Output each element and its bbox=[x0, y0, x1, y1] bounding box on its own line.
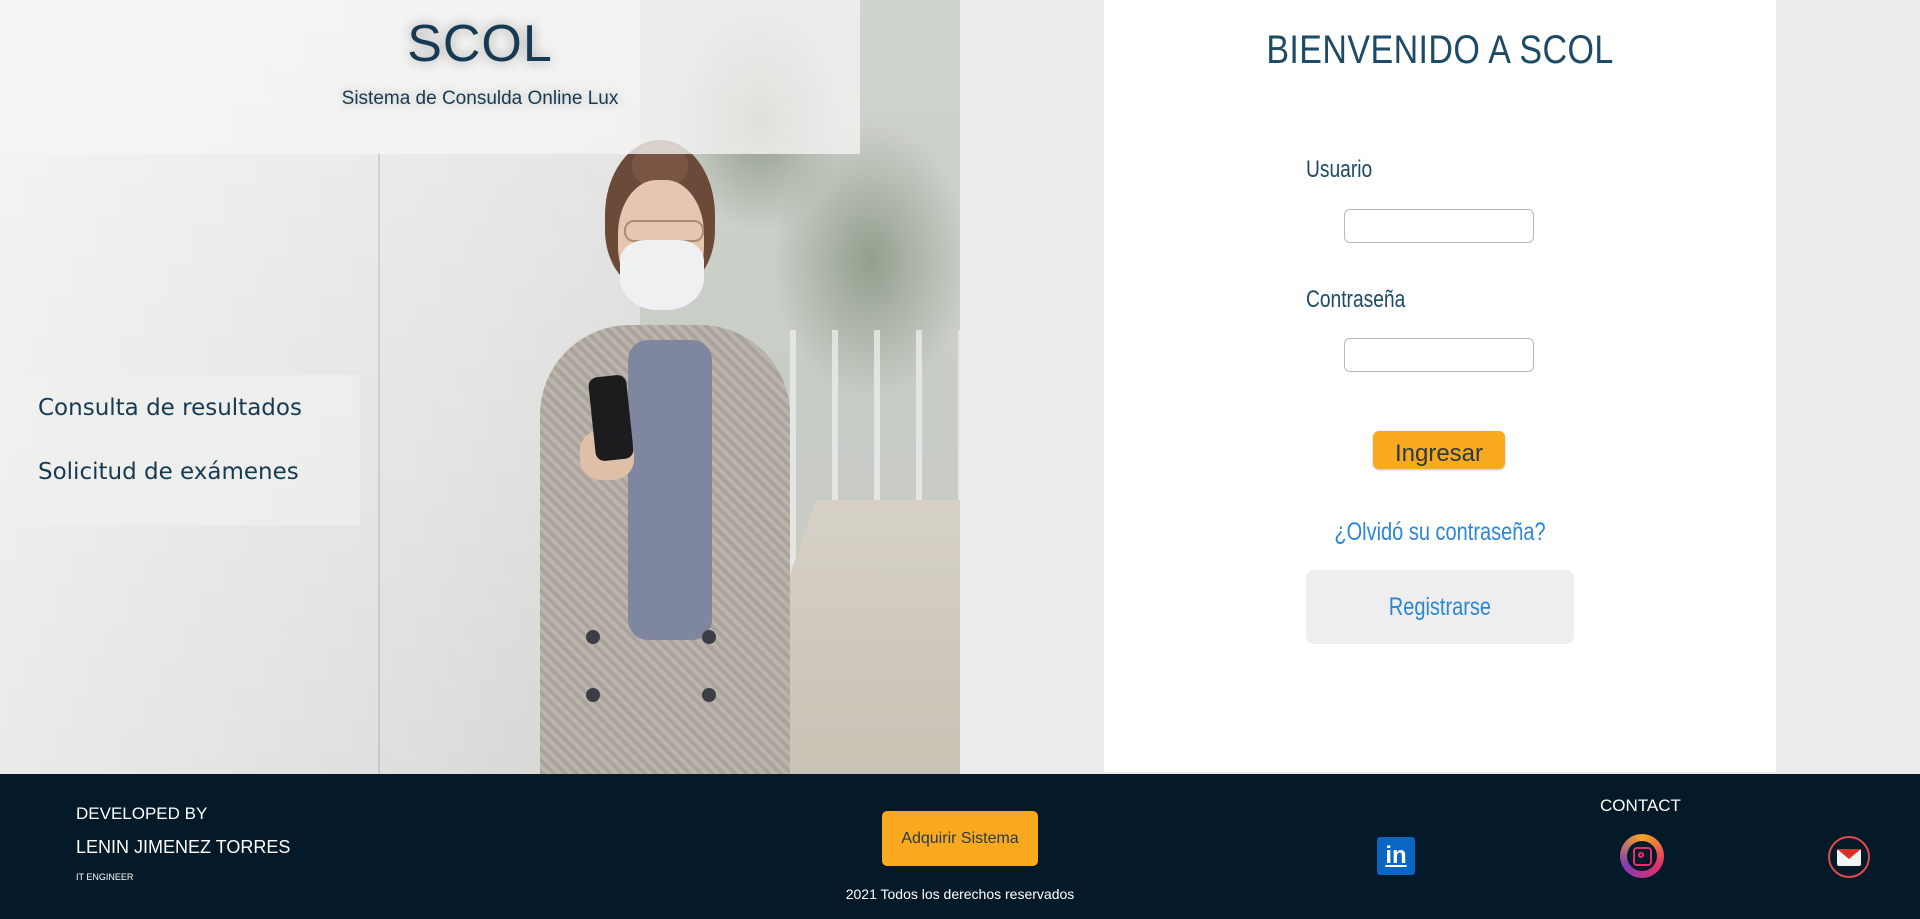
app-subtitle: Sistema de Consulda Online Lux bbox=[341, 88, 619, 109]
register-button-label: Registrarse bbox=[1388, 592, 1492, 621]
buy-system-button[interactable]: Adquirir Sistema bbox=[882, 811, 1038, 866]
welcome-heading: BIENVENIDO A SCOL bbox=[1266, 28, 1614, 72]
menu-item-consulta-resultados[interactable]: Consulta de resultados bbox=[38, 395, 302, 421]
copyright-text: 2021 Todos los derechos reservados bbox=[845, 886, 1075, 902]
background-wall-line bbox=[378, 150, 380, 774]
login-panel: BIENVENIDO A SCOL Usuario Contraseña Ing… bbox=[1104, 0, 1776, 772]
gmail-icon[interactable] bbox=[1828, 836, 1870, 878]
footer: DEVELOPED BY LENIN JIMENEZ TORRES IT ENG… bbox=[0, 774, 1920, 919]
register-button[interactable]: Registrarse bbox=[1306, 570, 1574, 644]
password-input[interactable] bbox=[1344, 338, 1534, 372]
hero-photo-person bbox=[520, 70, 820, 774]
linkedin-glyph: in bbox=[1385, 842, 1407, 869]
menu-item-solicitud-examenes[interactable]: Solicitud de exámenes bbox=[38, 459, 299, 485]
username-label: Usuario bbox=[1306, 156, 1373, 183]
app-title: SCOL bbox=[407, 15, 553, 73]
developer-role: IT ENGINEER bbox=[76, 872, 134, 882]
hero-section: SCOL Sistema de Consulda Online Lux Cons… bbox=[0, 0, 960, 774]
login-button[interactable]: Ingresar bbox=[1373, 431, 1505, 469]
developed-by-label: DEVELOPED BY bbox=[76, 804, 208, 823]
linkedin-icon[interactable]: in bbox=[1377, 837, 1415, 875]
developer-name: LENIN JIMENEZ TORRES bbox=[76, 837, 291, 857]
password-label: Contraseña bbox=[1306, 286, 1406, 313]
forgot-password-link[interactable]: ¿Olvidó su contraseña? bbox=[1171, 518, 1709, 547]
instagram-icon[interactable] bbox=[1620, 834, 1664, 878]
contact-heading: CONTACT bbox=[1600, 796, 1681, 815]
side-menu: Consulta de resultados Solicitud de exám… bbox=[0, 375, 360, 525]
username-input[interactable] bbox=[1344, 209, 1534, 243]
